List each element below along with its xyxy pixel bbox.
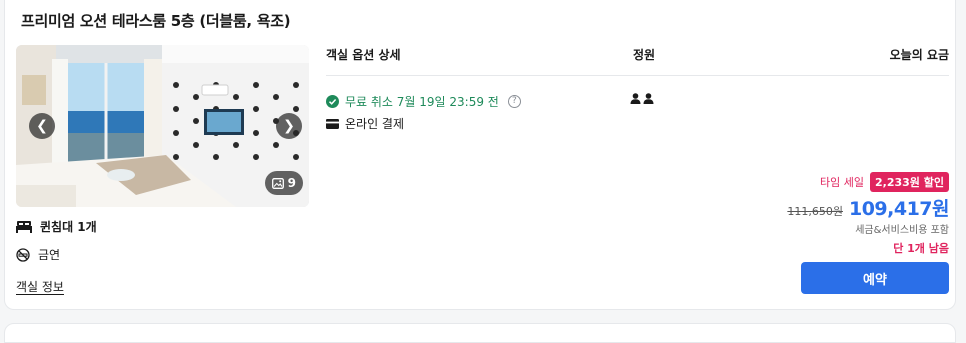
- room-photo[interactable]: ❮ ❯ 9: [16, 45, 309, 207]
- tax-note: 세금&서비스비용 포함: [855, 225, 949, 236]
- photo-count-text: 9: [287, 176, 296, 190]
- bed-label: 퀸침대 1개: [40, 220, 97, 234]
- header-option-details: 객실 옵션 상세: [326, 48, 401, 62]
- header-today-price: 오늘의 요금: [889, 48, 949, 62]
- remaining-count: 단 1개 남음: [893, 242, 949, 255]
- photo-prev-button[interactable]: ❮: [29, 113, 55, 139]
- time-sale-row: 타임 세일 2,233원 할인: [820, 172, 949, 192]
- payment-row: 온라인 결제: [326, 115, 404, 132]
- capacity-indicator: [630, 93, 654, 104]
- room-info-link[interactable]: 객실 정보: [16, 278, 64, 295]
- chevron-right-icon: ❯: [283, 118, 295, 134]
- original-price: 111,650원: [787, 205, 843, 218]
- discount-badge: 2,233원 할인: [870, 172, 949, 192]
- payment-text: 온라인 결제: [345, 117, 405, 131]
- bed-feature: 퀸침대 1개: [16, 218, 97, 235]
- final-price: 109,417원: [848, 198, 950, 220]
- free-cancel-text: 무료 취소 7월 19일 23:59 전: [345, 95, 499, 109]
- header-divider: [326, 75, 949, 76]
- chevron-left-icon: ❮: [36, 118, 48, 134]
- person-icon: [643, 93, 654, 104]
- no-smoking-icon: [16, 247, 30, 262]
- smoking-label: 금연: [38, 248, 61, 262]
- price-row: 111,650원 109,417원: [787, 194, 949, 221]
- check-circle-icon: [326, 95, 339, 108]
- smoking-feature: 금연: [16, 246, 60, 263]
- question-icon[interactable]: ?: [507, 95, 521, 108]
- room-title: 프리미엄 오션 테라스룸 5층 (더블룸, 욕조): [21, 12, 291, 30]
- gallery-icon: [271, 177, 284, 189]
- free-cancel-row: 무료 취소 7월 19일 23:59 전 ?: [326, 93, 521, 110]
- credit-card-icon: [326, 118, 339, 129]
- person-icon: [630, 93, 641, 104]
- bed-icon: [16, 220, 32, 233]
- header-capacity: 정원: [633, 48, 656, 62]
- time-sale-label: 타임 세일: [820, 176, 865, 189]
- photo-next-button[interactable]: ❯: [276, 113, 302, 139]
- book-button[interactable]: 예약: [801, 262, 949, 294]
- next-room-card: [4, 323, 956, 343]
- photo-count-badge[interactable]: 9: [264, 171, 303, 195]
